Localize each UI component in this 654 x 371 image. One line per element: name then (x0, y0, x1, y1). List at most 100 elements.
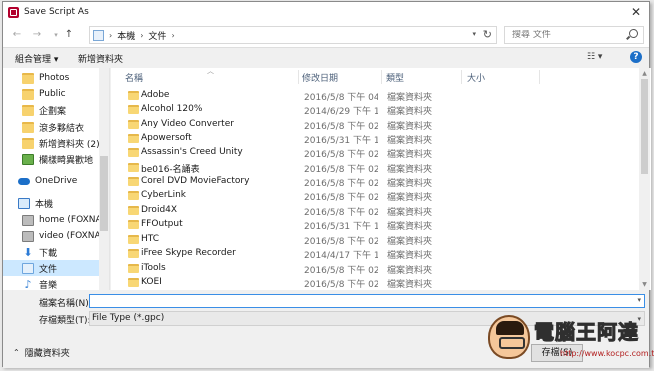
file-row[interactable]: Apowersoft 2016/5/31 下午 1... 檔案資料夾 (111, 132, 631, 146)
file-row[interactable]: CyberLink 2016/5/8 下午 02... 檔案資料夾 (111, 189, 631, 203)
file-type: 檔案資料夾 (387, 179, 433, 189)
file-row[interactable]: iTools 2016/5/8 下午 02... 檔案資料夾 (111, 262, 631, 276)
sidebar-item-music[interactable]: ♪ 音樂 (3, 276, 99, 291)
file-type: 檔案資料夾 (387, 280, 433, 290)
column-divider[interactable] (381, 70, 382, 84)
search-input[interactable] (512, 30, 624, 40)
chevron-down-icon[interactable]: ▾ (472, 30, 476, 38)
folder-icon (128, 220, 139, 229)
search-icon[interactable] (629, 29, 638, 38)
breadcrumb-this-pc[interactable]: 本機 (117, 29, 135, 42)
onedrive-icon (18, 177, 30, 185)
file-row[interactable]: FFOutput 2016/5/31 下午 1... 檔案資料夾 (111, 218, 631, 232)
sidebar-item-downloads[interactable]: ⬇ 下載 (3, 244, 99, 260)
search-box (504, 26, 644, 44)
file-row[interactable]: Adobe 2016/5/8 下午 04... 檔案資料夾 (111, 89, 631, 103)
recent-locations-icon[interactable]: ▾ (50, 29, 62, 41)
column-header-name[interactable]: 名稱 (125, 68, 143, 86)
chevron-right-icon[interactable]: › (140, 31, 143, 40)
sidebar-item-video-drive[interactable]: video (FOXNA (3, 228, 99, 244)
watermark-logo: 電腦王阿達 http://www.kocpc.com.tw (488, 313, 654, 363)
sidebar-item-label: 本機 (35, 199, 54, 210)
file-name: HTC (141, 234, 160, 244)
sidebar-item-label: 滾多夥結衣 (39, 123, 85, 134)
column-divider[interactable] (298, 70, 299, 84)
close-button[interactable]: ✕ (629, 5, 643, 19)
file-list-scrollbar[interactable]: ▲ ▼ (639, 68, 650, 290)
chevron-right-icon[interactable]: › (171, 31, 174, 40)
address-bar[interactable]: › 本機 › 文件 › ▾ ↻ (89, 26, 497, 44)
file-row[interactable]: HTC 2016/5/8 下午 02... 檔案資料夾 (111, 233, 631, 247)
sidebar-item-documents[interactable]: 文件 (3, 260, 99, 276)
mascot-icon (488, 315, 530, 359)
file-name: iTools (141, 263, 166, 273)
network-drive-icon (22, 230, 34, 242)
folder-icon (128, 235, 139, 244)
sidebar-item-home-drive[interactable]: home (FOXNA (3, 212, 99, 228)
up-arrow-icon[interactable]: ↑ (63, 29, 75, 41)
file-type: 檔案資料夾 (387, 136, 433, 146)
forward-arrow-icon[interactable]: → (31, 29, 43, 41)
window-title: Save Script As (24, 7, 89, 17)
file-row[interactable]: Assassin's Creed Unity 2016/5/8 下午 02... 檔… (111, 146, 631, 160)
sidebar-item-public[interactable]: Public (3, 86, 99, 102)
breadcrumb-documents[interactable]: 文件 (148, 29, 166, 42)
filename-field[interactable]: ▾ (89, 294, 645, 308)
folder-icon (22, 88, 34, 100)
file-name: Corel DVD MovieFactory (141, 176, 250, 186)
folder-icon (128, 249, 139, 258)
file-row[interactable]: Corel DVD MovieFactory 2016/5/8 下午 02... 檔… (111, 175, 631, 189)
sidebar-item-proposals[interactable]: 企劃案 (3, 102, 99, 118)
file-list: ︿ 名稱 修改日期 類型 大小 Adobe 2016/5/8 下午 04... 檔案… (111, 68, 651, 290)
column-header-date[interactable]: 修改日期 (302, 68, 338, 86)
column-header-type[interactable]: 類型 (386, 68, 404, 86)
scroll-up-icon[interactable]: ▲ (640, 69, 649, 78)
file-row[interactable]: be016-名誦表 2016/5/8 下午 02... 檔案資料夾 (111, 161, 631, 175)
folder-icon (128, 191, 139, 200)
sidebar-item-folder-6[interactable]: 欄樣畸異歡地 (3, 151, 99, 167)
column-divider[interactable] (539, 70, 540, 84)
download-icon: ⬇ (23, 245, 33, 259)
back-arrow-icon[interactable]: ← (11, 29, 23, 41)
sidebar-item-folder-4[interactable]: 滾多夥結衣 (3, 119, 99, 135)
sidebar-item-photos[interactable]: Photos (3, 70, 99, 86)
file-date: 2016/5/8 下午 02... (304, 193, 378, 203)
navigation-bar: ← → ▾ ↑ › 本機 › 文件 › ▾ ↻ (3, 22, 649, 48)
view-options-icon[interactable]: ☷ ▾ (587, 52, 602, 62)
help-icon[interactable]: ? (630, 51, 642, 63)
file-type: 檔案資料夾 (387, 150, 433, 160)
hide-folders-label: 隱藏資料夾 (24, 349, 70, 359)
folder-icon (128, 91, 139, 100)
file-row[interactable]: Any Video Converter 2016/5/8 下午 02... 檔案資料… (111, 118, 631, 132)
scroll-down-icon[interactable]: ▼ (640, 280, 649, 289)
sidebar-item-new-folder-2[interactable]: 新增資料夾 (2) (3, 135, 99, 151)
column-divider[interactable] (461, 70, 462, 84)
file-row[interactable]: iFree Skype Recorder 2014/4/17 下午 1... 檔案資… (111, 247, 631, 261)
chevron-right-icon[interactable]: › (109, 31, 112, 40)
refresh-icon[interactable]: ↻ (483, 28, 492, 41)
file-date: 2016/5/8 下午 02... (304, 237, 378, 247)
sidebar-scrollbar[interactable] (99, 68, 109, 290)
scrollbar-thumb[interactable] (100, 156, 108, 231)
folder-icon (128, 206, 139, 215)
chevron-down-icon[interactable]: ▾ (637, 296, 641, 304)
organize-button[interactable]: 組合管理 ▾ (15, 52, 58, 65)
sidebar-item-label: Photos (39, 73, 70, 83)
sidebar-item-this-pc[interactable]: 本機 (3, 195, 99, 211)
sidebar-item-label: 下載 (39, 248, 58, 259)
sidebar-item-onedrive[interactable]: OneDrive (3, 173, 99, 189)
file-row[interactable]: KOEI 2016/5/8 下午 02... 檔案資料夾 (111, 276, 631, 290)
file-date: 2016/5/8 下午 04... (304, 93, 378, 103)
file-row[interactable]: Alcohol 120% 2014/6/29 下午 1... 檔案資料夾 (111, 103, 631, 117)
toolbar: 組合管理 ▾ 新增資料夾 ☷ ▾ ? (3, 48, 649, 68)
new-folder-button[interactable]: 新增資料夾 (78, 52, 123, 65)
image-folder-icon (22, 153, 34, 165)
folder-icon (128, 120, 139, 129)
folder-icon (128, 163, 139, 172)
file-row[interactable]: Droid4X 2016/5/8 下午 02... 檔案資料夾 (111, 204, 631, 218)
file-type: 檔案資料夾 (387, 208, 433, 218)
app-icon (8, 6, 19, 18)
scrollbar-thumb[interactable] (641, 79, 648, 174)
column-header-size[interactable]: 大小 (467, 68, 485, 86)
hide-folders-button[interactable]: ⌃ 隱藏資料夾 (13, 346, 70, 359)
